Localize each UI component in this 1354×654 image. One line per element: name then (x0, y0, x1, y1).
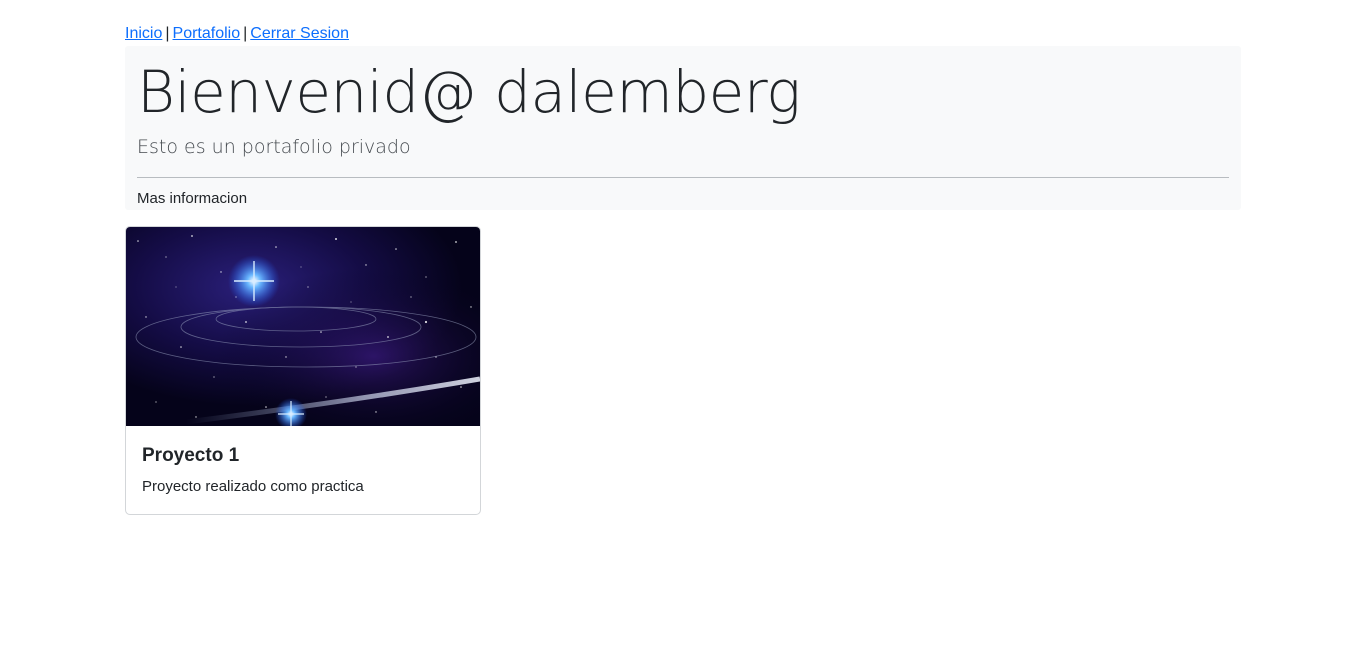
welcome-title: Bienvenid@ dalemberg (137, 58, 801, 126)
project-card: Proyecto 1 Proyecto realizado como pract… (125, 226, 481, 515)
welcome-jumbotron: Bienvenid@ dalemberg Esto es un portafol… (125, 46, 1241, 210)
nav-link-inicio[interactable]: Inicio (125, 25, 162, 42)
nav-link-portafolio[interactable]: Portafolio (173, 25, 241, 42)
nav-separator: | (165, 25, 170, 42)
divider (137, 177, 1229, 178)
top-nav: Inicio | Portafolio | Cerrar Sesion (125, 24, 349, 44)
nav-separator: | (243, 25, 248, 42)
nav-link-cerrar-sesion[interactable]: Cerrar Sesion (250, 25, 349, 42)
project-title: Proyecto 1 (142, 445, 240, 466)
more-info-text: Mas informacion (137, 190, 248, 207)
project-description: Proyecto realizado como practica (142, 478, 364, 495)
welcome-subtitle: Esto es un portafolio privado (137, 136, 411, 158)
project-image-galaxy (126, 227, 480, 426)
